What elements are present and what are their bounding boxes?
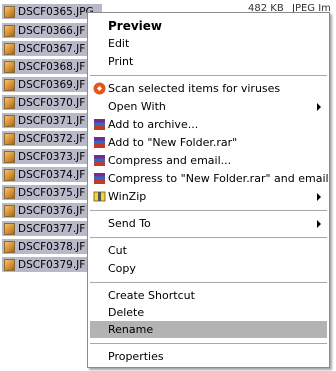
menu-item-cut[interactable]: Cut: [90, 242, 327, 259]
menu-item-label: Add to archive...: [108, 118, 199, 131]
menu-item-scan-viruses[interactable]: Scan selected items for viruses: [90, 80, 327, 97]
jpeg-file-icon: [4, 240, 15, 253]
menu-item-rename[interactable]: Rename: [90, 321, 327, 338]
winrar-icon: [94, 173, 105, 184]
antivirus-icon: [93, 82, 106, 95]
submenu-arrow-icon: [317, 220, 321, 228]
context-menu: Preview Edit Print Scan selected items f…: [87, 12, 330, 368]
file-row[interactable]: DSCF0373.JF: [2, 149, 94, 164]
jpeg-file-icon: [4, 132, 15, 145]
file-row[interactable]: DSCF0377.JF: [2, 221, 94, 236]
file-name: DSCF0368.JF: [18, 60, 86, 73]
menu-item-send-to[interactable]: Send To: [90, 215, 327, 232]
submenu-arrow-icon: [317, 193, 321, 201]
jpeg-file-icon: [4, 222, 15, 235]
menu-item-properties[interactable]: Properties: [90, 348, 327, 365]
menu-item-create-shortcut[interactable]: Create Shortcut: [90, 287, 327, 304]
menu-item-label: Compress to "New Folder.rar" and email: [108, 172, 329, 185]
menu-item-label: Copy: [108, 262, 136, 275]
menu-item-preview[interactable]: Preview: [90, 17, 327, 34]
file-row[interactable]: DSCF0378.JF: [2, 239, 94, 254]
file-row[interactable]: DSCF0371.JF: [2, 113, 94, 128]
file-row[interactable]: DSCF0370.JF: [2, 95, 94, 110]
menu-item-edit[interactable]: Edit: [90, 35, 327, 52]
jpeg-file-icon: [4, 42, 15, 55]
file-name: DSCF0374.JF: [18, 168, 86, 181]
file-row[interactable]: DSCF0372.JF: [2, 131, 94, 146]
jpeg-file-icon: [4, 96, 15, 109]
menu-item-compress-email[interactable]: Compress and email...: [90, 152, 327, 169]
file-name: DSCF0366.JF: [18, 24, 86, 37]
menu-separator: [90, 210, 327, 211]
winrar-icon: [94, 155, 105, 166]
file-name: DSCF0369.JF: [18, 78, 86, 91]
menu-separator: [90, 282, 327, 283]
menu-item-label: Compress and email...: [108, 154, 232, 167]
menu-item-add-to-rar[interactable]: Add to "New Folder.rar": [90, 134, 327, 151]
file-name: DSCF0372.JF: [18, 132, 86, 145]
winzip-icon: [93, 191, 106, 202]
menu-item-label: Rename: [108, 323, 154, 336]
jpeg-file-icon: [4, 5, 15, 18]
jpeg-file-icon: [4, 24, 15, 37]
jpeg-file-icon: [4, 78, 15, 91]
jpeg-file-icon: [4, 114, 15, 127]
menu-item-label: Edit: [108, 37, 130, 50]
jpeg-file-icon: [4, 204, 15, 217]
file-name: DSCF0376.JF: [18, 204, 86, 217]
file-name: DSCF0367.JF: [18, 42, 86, 55]
jpeg-file-icon: [4, 186, 15, 199]
menu-item-print[interactable]: Print: [90, 53, 327, 70]
file-row[interactable]: DSCF0366.JF: [2, 23, 94, 38]
jpeg-file-icon: [4, 258, 15, 271]
menu-item-label: Scan selected items for viruses: [108, 82, 281, 95]
menu-item-winzip[interactable]: WinZip: [90, 188, 327, 205]
menu-item-label: Send To: [108, 217, 151, 230]
menu-item-label: Create Shortcut: [108, 289, 195, 302]
menu-item-add-to-archive[interactable]: Add to archive...: [90, 116, 327, 133]
menu-item-label: Properties: [108, 350, 164, 363]
file-name: DSCF0370.JF: [18, 96, 86, 109]
jpeg-file-icon: [4, 60, 15, 73]
jpeg-file-icon: [4, 150, 15, 163]
menu-item-copy[interactable]: Copy: [90, 260, 327, 277]
winrar-icon: [94, 119, 105, 130]
menu-separator: [90, 343, 327, 344]
file-row[interactable]: DSCF0368.JF: [2, 59, 94, 74]
file-name: DSCF0379.JF: [18, 258, 86, 271]
file-name: DSCF0371.JF: [18, 114, 86, 127]
file-row[interactable]: DSCF0375.JF: [2, 185, 94, 200]
menu-separator: [90, 75, 327, 76]
menu-item-label: Preview: [108, 18, 163, 33]
menu-item-open-with[interactable]: Open With: [90, 98, 327, 115]
menu-item-label: Add to "New Folder.rar": [108, 136, 238, 149]
file-name: DSCF0365.JPG: [18, 5, 94, 18]
menu-item-compress-rar-email[interactable]: Compress to "New Folder.rar" and email: [90, 170, 329, 187]
file-name: DSCF0378.JF: [18, 240, 86, 253]
file-row[interactable]: DSCF0376.JF: [2, 203, 94, 218]
submenu-arrow-icon: [317, 103, 321, 111]
jpeg-file-icon: [4, 168, 15, 181]
file-row[interactable]: DSCF0367.JF: [2, 41, 94, 56]
menu-item-label: Open With: [108, 100, 166, 113]
menu-item-label: WinZip: [108, 190, 147, 203]
menu-item-label: Delete: [108, 306, 145, 319]
file-name: DSCF0377.JF: [18, 222, 86, 235]
winrar-icon: [94, 137, 105, 148]
file-row[interactable]: DSCF0374.JF: [2, 167, 94, 182]
menu-item-label: Cut: [108, 244, 127, 257]
menu-item-label: Print: [108, 55, 134, 68]
menu-separator: [90, 237, 327, 238]
menu-item-delete[interactable]: Delete: [90, 304, 327, 321]
file-row[interactable]: DSCF0369.JF: [2, 77, 94, 92]
file-row[interactable]: DSCF0379.JF: [2, 257, 94, 272]
file-name: DSCF0375.JF: [18, 186, 86, 199]
file-name: DSCF0373.JF: [18, 150, 86, 163]
